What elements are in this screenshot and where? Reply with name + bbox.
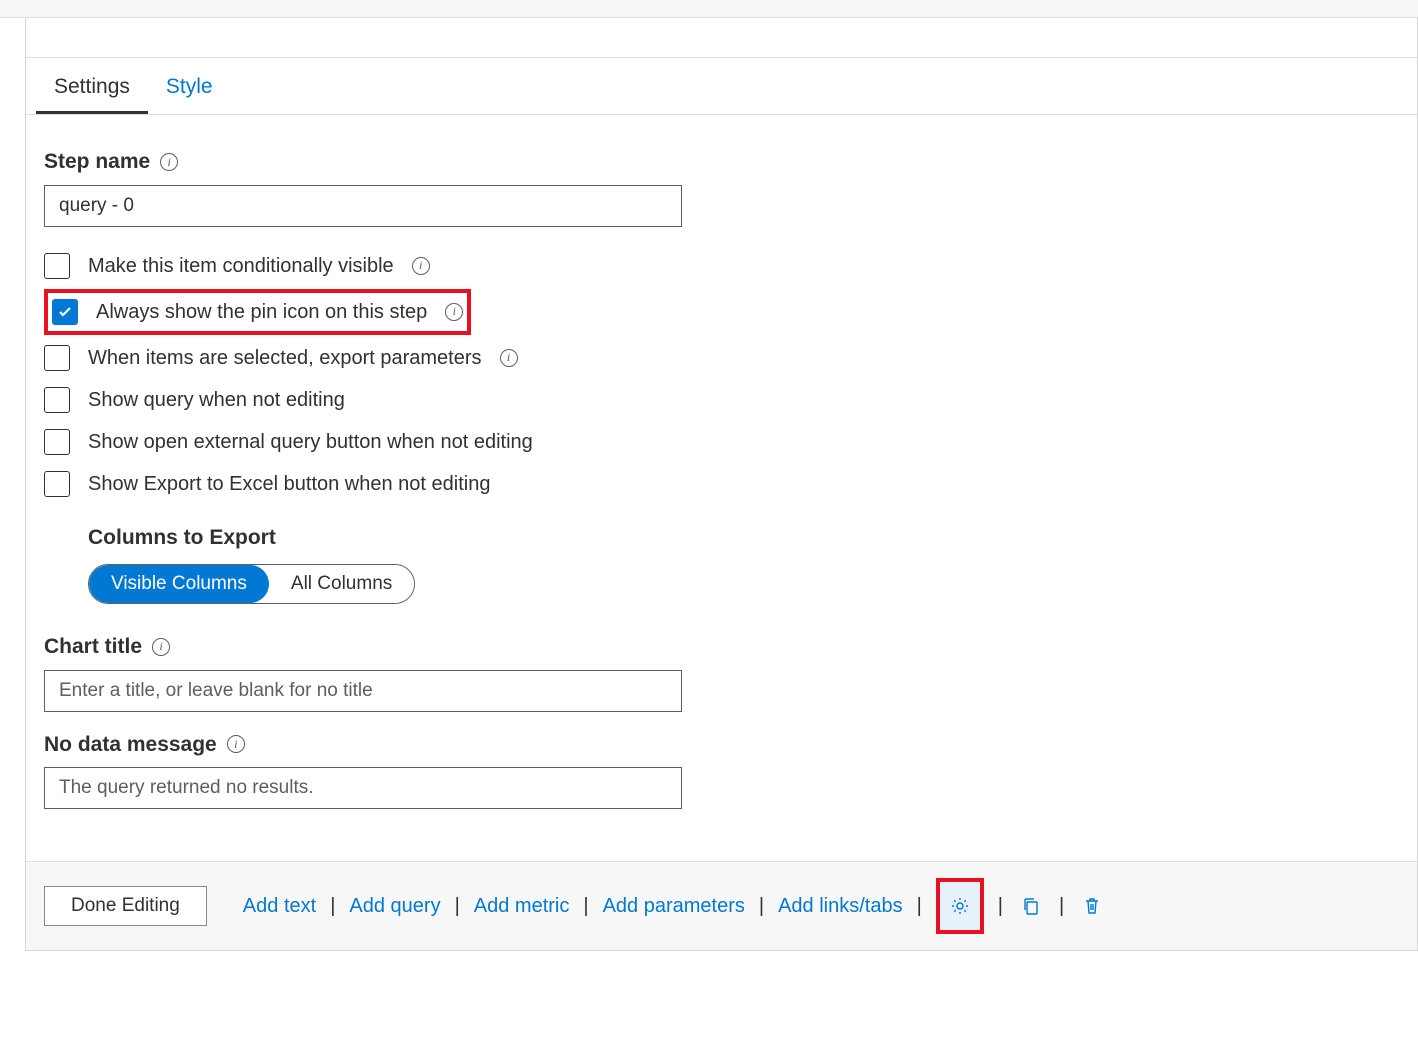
chart-title-input[interactable]	[44, 670, 682, 712]
no-data-input[interactable]	[44, 767, 682, 809]
checkbox-row-conditional: Make this item conditionally visible i	[44, 245, 1399, 287]
info-icon[interactable]: i	[412, 257, 430, 275]
info-icon[interactable]: i	[227, 735, 245, 753]
tab-bar: Settings Style	[26, 58, 1417, 115]
checkbox-label: Make this item conditionally visible	[88, 252, 394, 280]
panel-header-spacer	[26, 18, 1417, 58]
add-links-tabs-link[interactable]: Add links/tabs	[778, 892, 903, 920]
checkbox-label: Show open external query button when not…	[88, 428, 533, 456]
step-name-label-text: Step name	[44, 147, 150, 176]
trash-icon[interactable]	[1078, 892, 1106, 920]
chart-title-label: Chart title i	[44, 632, 1399, 661]
separator: |	[451, 892, 464, 920]
checkbox-show-excel[interactable]	[44, 471, 70, 497]
add-metric-link[interactable]: Add metric	[474, 892, 570, 920]
info-icon[interactable]: i	[160, 153, 178, 171]
add-query-link[interactable]: Add query	[349, 892, 440, 920]
checkbox-export-params[interactable]	[44, 345, 70, 371]
columns-export-toggle: Visible Columns All Columns	[88, 564, 415, 604]
step-name-input[interactable]	[44, 185, 682, 227]
editor-panel: Settings Style Step name i Make this ite…	[25, 18, 1418, 951]
checkbox-label: When items are selected, export paramete…	[88, 344, 482, 372]
settings-content: Step name i Make this item conditionally…	[26, 115, 1417, 829]
chart-title-label-text: Chart title	[44, 632, 142, 661]
checkbox-label: Show query when not editing	[88, 386, 345, 414]
separator: |	[1055, 892, 1068, 920]
checkbox-row-pin: Always show the pin icon on this step i	[52, 295, 463, 329]
add-text-link[interactable]: Add text	[243, 892, 316, 920]
checkbox-row-export-params: When items are selected, export paramete…	[44, 337, 1399, 379]
separator: |	[755, 892, 768, 920]
separator: |	[913, 892, 926, 920]
columns-export-section: Columns to Export Visible Columns All Co…	[88, 523, 1399, 604]
checkbox-row-show-external: Show open external query button when not…	[44, 421, 1399, 463]
copy-icon[interactable]	[1017, 892, 1045, 920]
footer-toolbar: Done Editing Add text | Add query | Add …	[26, 861, 1417, 950]
info-icon[interactable]: i	[500, 349, 518, 367]
checkbox-row-show-query: Show query when not editing	[44, 379, 1399, 421]
checkbox-label: Show Export to Excel button when not edi…	[88, 470, 490, 498]
checkbox-label: Always show the pin icon on this step	[96, 298, 427, 326]
outer-top-bar	[0, 0, 1418, 18]
step-name-label: Step name i	[44, 147, 1399, 176]
checkbox-row-show-excel: Show Export to Excel button when not edi…	[44, 463, 1399, 505]
columns-export-heading: Columns to Export	[88, 523, 1399, 552]
info-icon[interactable]: i	[152, 638, 170, 656]
pin-row-highlight: Always show the pin icon on this step i	[44, 289, 471, 335]
done-editing-button[interactable]: Done Editing	[44, 886, 207, 926]
gear-button-highlight	[936, 878, 984, 934]
pill-visible-columns[interactable]: Visible Columns	[89, 565, 269, 603]
separator: |	[326, 892, 339, 920]
checkbox-show-external[interactable]	[44, 429, 70, 455]
checkbox-conditional[interactable]	[44, 253, 70, 279]
separator: |	[994, 892, 1007, 920]
checkbox-show-query[interactable]	[44, 387, 70, 413]
no-data-label-text: No data message	[44, 730, 217, 759]
add-parameters-link[interactable]: Add parameters	[603, 892, 745, 920]
separator: |	[579, 892, 592, 920]
tab-style[interactable]: Style	[148, 58, 231, 114]
no-data-label: No data message i	[44, 730, 1399, 759]
pill-all-columns[interactable]: All Columns	[269, 565, 414, 603]
checkbox-group: Make this item conditionally visible i A…	[44, 245, 1399, 604]
info-icon[interactable]: i	[445, 303, 463, 321]
tab-settings[interactable]: Settings	[36, 58, 148, 114]
checkbox-pin[interactable]	[52, 299, 78, 325]
gear-icon[interactable]	[946, 892, 974, 920]
